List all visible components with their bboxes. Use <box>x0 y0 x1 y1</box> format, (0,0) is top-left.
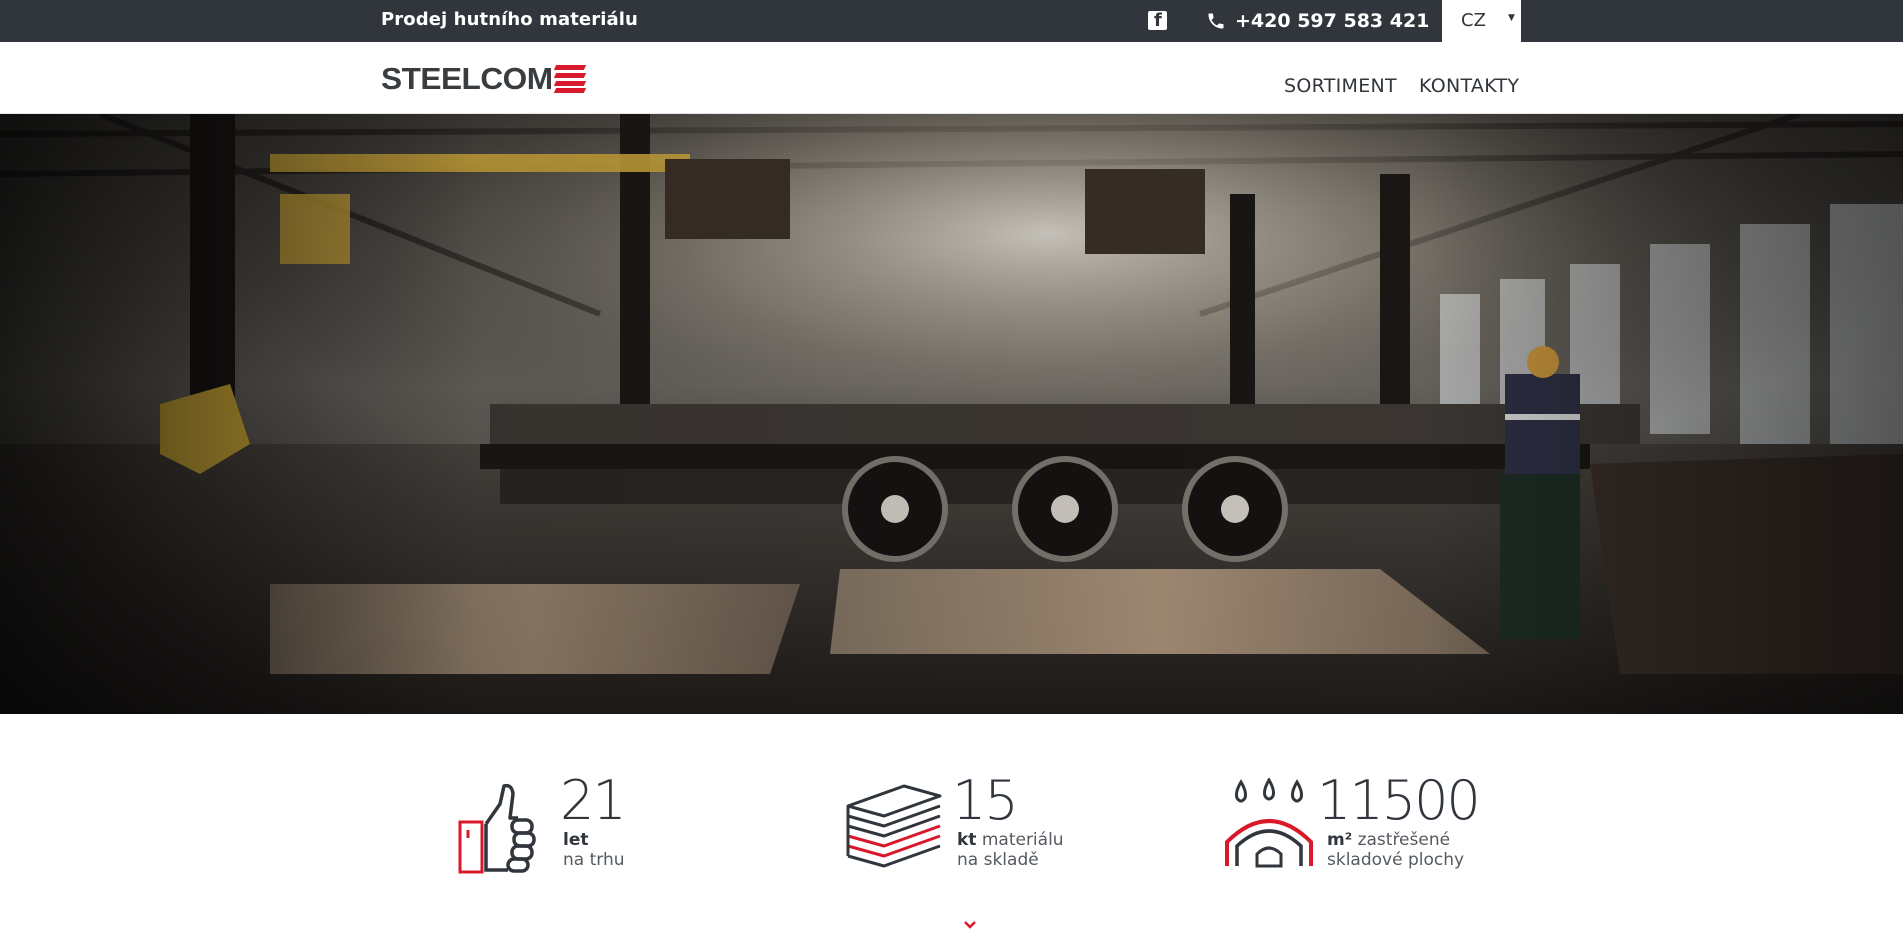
stat-storage-area: 11500 m² zastřešené skladové plochy <box>1215 774 1481 874</box>
thumbs-up-icon <box>458 783 536 874</box>
stat-value: 15 <box>952 769 1019 832</box>
stat-label-rest: zastřešené <box>1352 830 1451 850</box>
covered-storage-icon <box>1225 778 1313 868</box>
stat-unit: kt <box>957 830 977 850</box>
stat-label-2: na skladě <box>957 850 1039 870</box>
stat-label-1: kt materiálu <box>957 832 1064 849</box>
stat-material: 15 kt materiálu na skladě <box>840 774 1090 874</box>
chevron-down-icon[interactable] <box>963 920 977 930</box>
nav-kontakty[interactable]: KONTAKTY <box>1419 75 1519 97</box>
stat-value: 11500 <box>1317 769 1481 832</box>
tagline: Prodej hutního materiálu <box>381 9 638 30</box>
phone-icon <box>1208 13 1224 29</box>
logo[interactable]: STEELCOM <box>381 61 587 96</box>
chevron-down-icon: ▼ <box>1508 13 1515 23</box>
stat-years: 21 let na trhu <box>440 774 690 874</box>
stat-label-rest: materiálu <box>976 830 1064 850</box>
stat-label-1: m² zastřešené <box>1327 832 1450 849</box>
facebook-icon[interactable]: f <box>1148 10 1167 31</box>
stat-unit: let <box>563 830 589 850</box>
stat-label-1: let <box>563 832 588 849</box>
stat-unit: m² <box>1327 830 1353 850</box>
stat-value: 21 <box>560 769 627 832</box>
language-select[interactable]: CZ ▼ <box>1442 0 1521 42</box>
language-value: CZ <box>1461 10 1486 31</box>
nav-sortiment[interactable]: SORTIMENT <box>1284 75 1397 97</box>
steel-sheets-icon <box>846 784 942 868</box>
logo-stripes-icon <box>554 65 587 93</box>
top-bar: Prodej hutního materiálu f +420 597 583 … <box>0 0 1903 42</box>
hero-image <box>0 114 1903 714</box>
stat-label-2: na trhu <box>563 850 625 870</box>
phone-number-link[interactable]: +420 597 583 421 <box>1235 10 1429 32</box>
main-header: STEELCOM SORTIMENT KONTAKTY <box>0 42 1903 114</box>
logo-text: STEELCOM <box>381 61 553 96</box>
stat-label-2: skladové plochy <box>1327 850 1465 870</box>
